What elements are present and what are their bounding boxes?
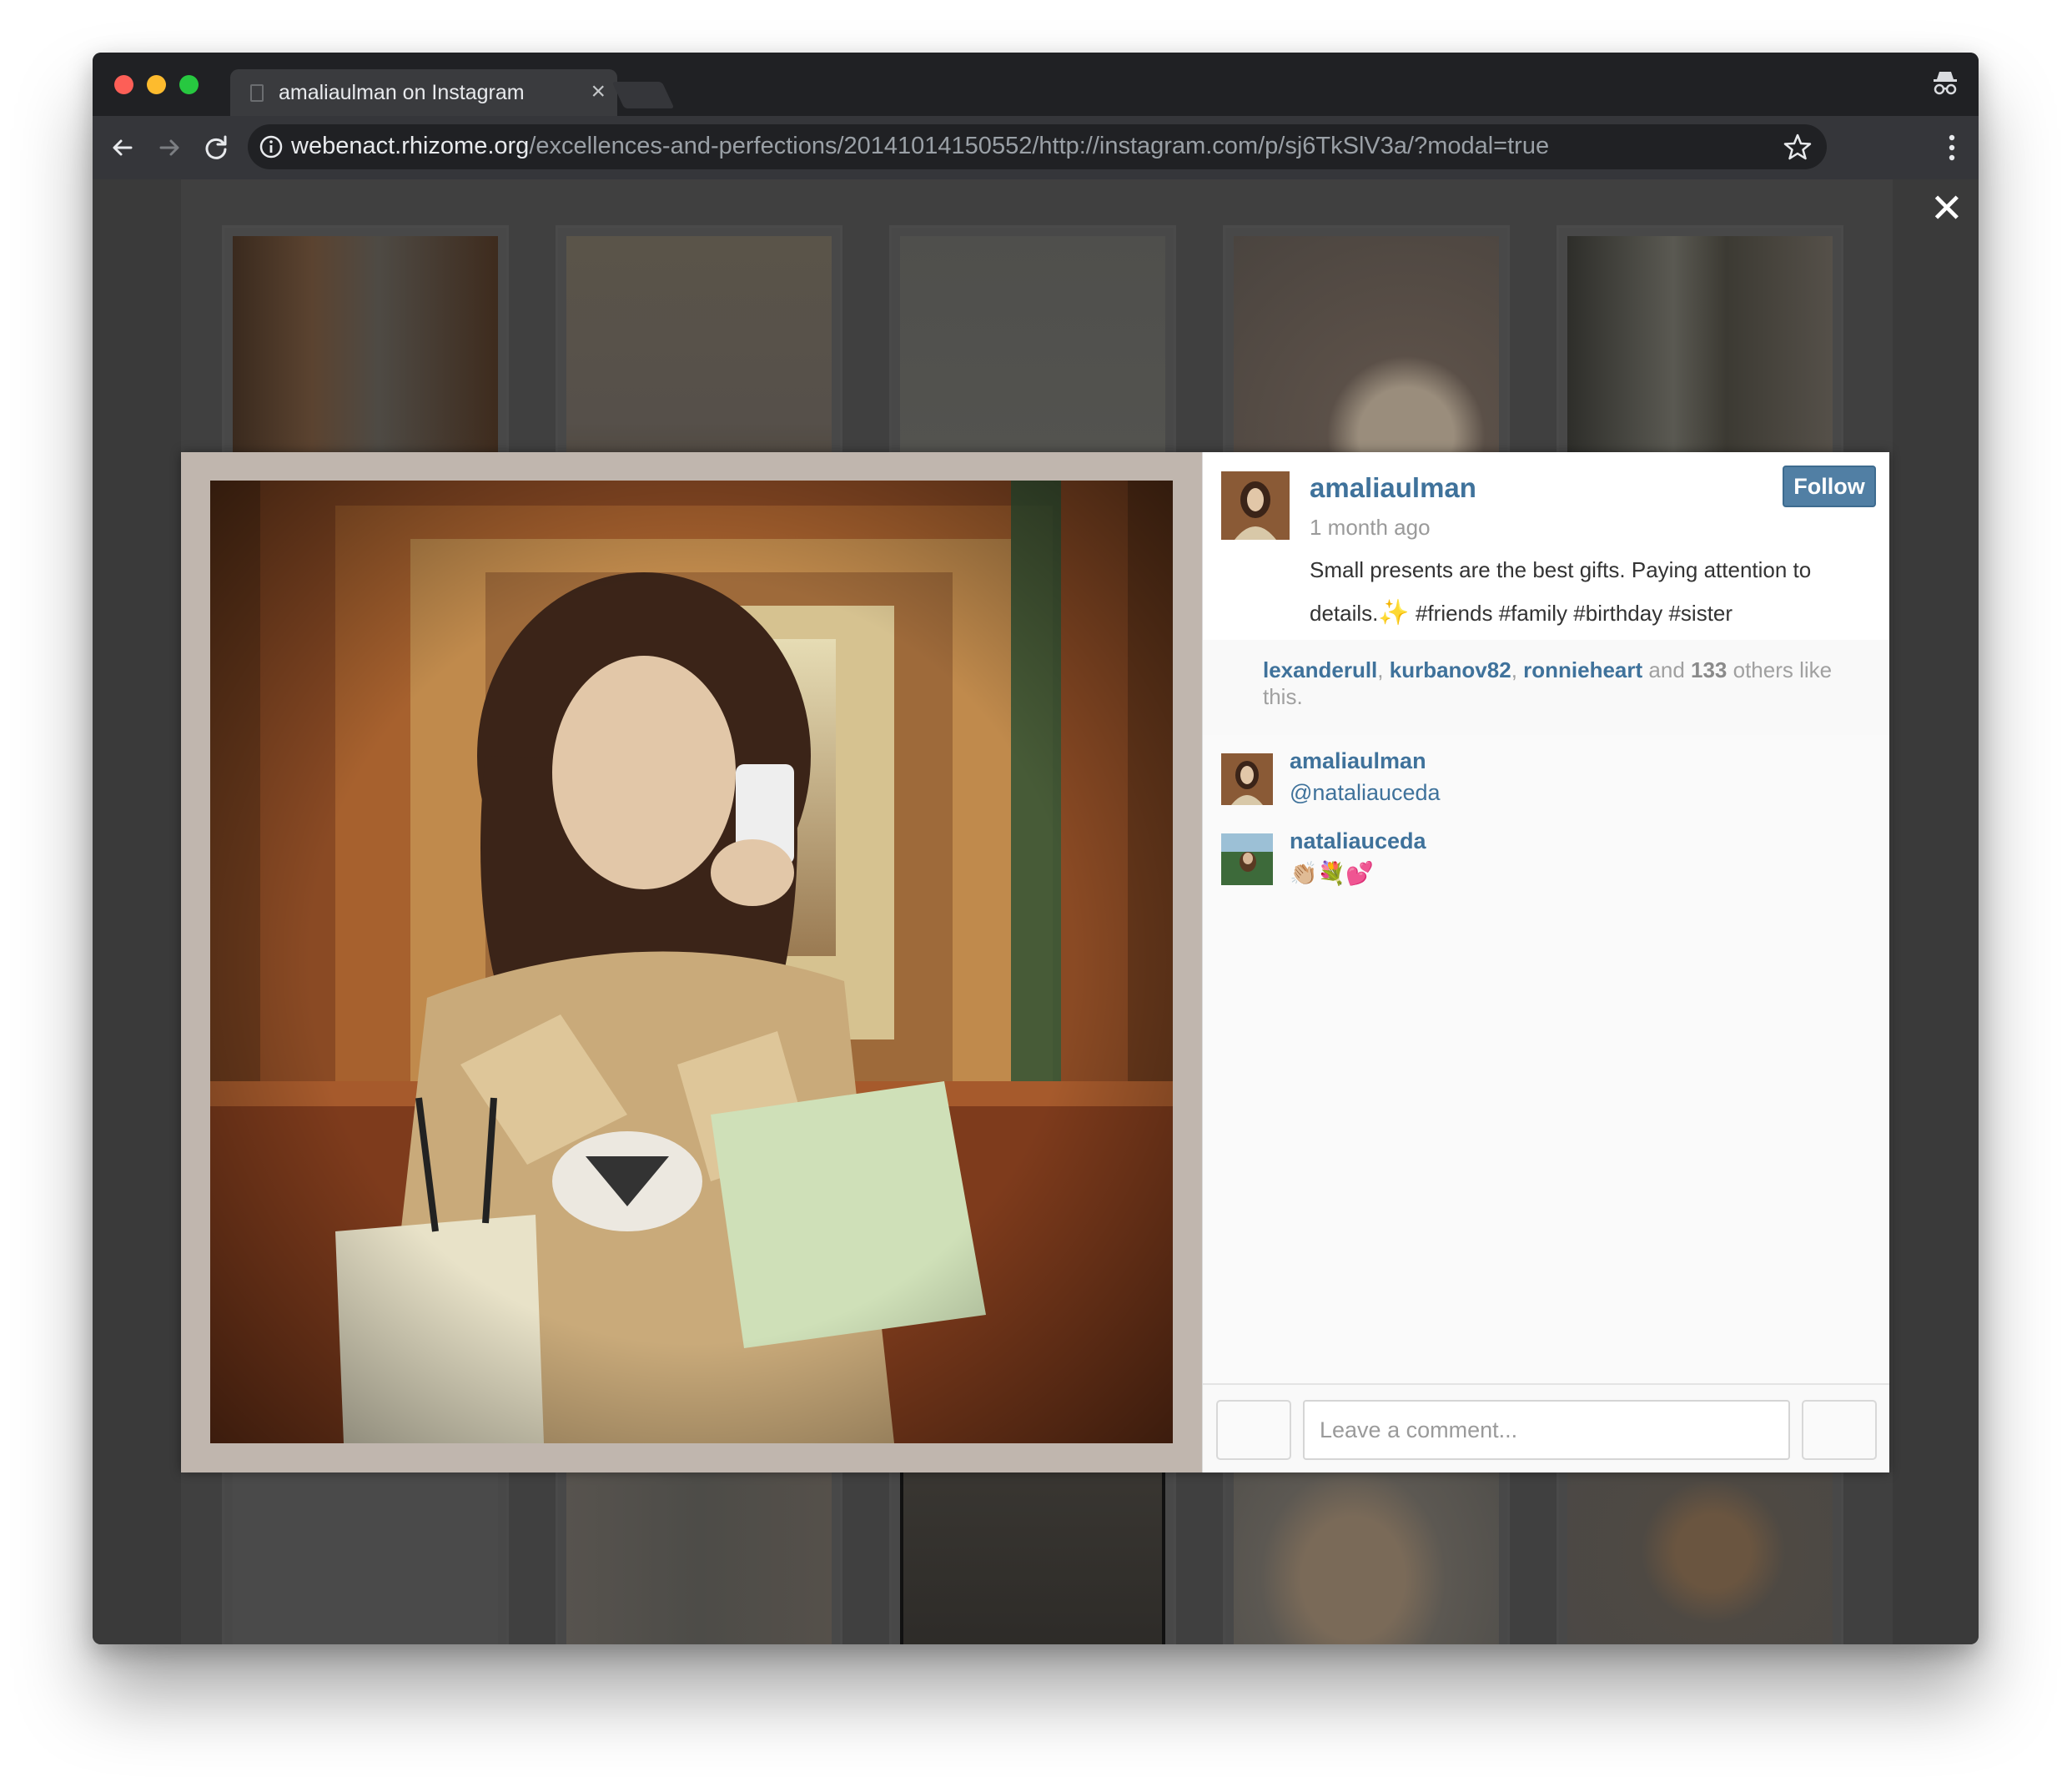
like-count[interactable]: 133 bbox=[1691, 657, 1727, 682]
comment-item: amaliaulman @nataliauceda bbox=[1221, 748, 1855, 808]
title-bar: amaliaulman on Instagram × bbox=[93, 53, 1979, 116]
url-text[interactable]: webenact.rhizome.org/excellences-and-per… bbox=[291, 133, 1549, 160]
post-header: amaliaulman Follow 1 month ago Small pre… bbox=[1203, 452, 1889, 642]
like-user-link[interactable]: lexanderull bbox=[1263, 657, 1377, 682]
sparkles-emoji: ✨ bbox=[1378, 599, 1410, 627]
comment-username-link[interactable]: amaliaulman bbox=[1290, 748, 1426, 774]
post-photo bbox=[210, 481, 1173, 1443]
post-sidebar: amaliaulman Follow 1 month ago Small pre… bbox=[1202, 452, 1889, 1472]
close-window-button[interactable] bbox=[114, 75, 133, 94]
like-user-link[interactable]: ronnieheart bbox=[1523, 657, 1642, 682]
comments-list: amaliaulman @nataliauceda nataliauceda 👏… bbox=[1203, 735, 1889, 1383]
commenter-avatar[interactable] bbox=[1221, 753, 1273, 805]
comment-item: nataliauceda 👏🏼💐💕 bbox=[1221, 828, 1855, 888]
photo-frame bbox=[181, 452, 1202, 1472]
incognito-icon bbox=[1934, 72, 1957, 95]
browser-toolbar: webenact.rhizome.org/excellences-and-per… bbox=[93, 116, 1979, 179]
page-content: ✕ amaliaulman Follow 1 month ago Small p… bbox=[93, 179, 1979, 1644]
back-arrow-icon[interactable] bbox=[104, 129, 141, 166]
like-user-link[interactable]: kurbanov82 bbox=[1390, 657, 1511, 682]
author-avatar[interactable] bbox=[1221, 471, 1290, 540]
likes-summary: lexanderull, kurbanov82, ronnieheart and… bbox=[1203, 640, 1889, 737]
selfie-photo-illustration bbox=[210, 481, 1173, 1443]
post-modal: amaliaulman Follow 1 month ago Small pre… bbox=[181, 452, 1889, 1472]
browser-tab[interactable]: amaliaulman on Instagram × bbox=[230, 69, 617, 116]
comment-input[interactable] bbox=[1303, 1400, 1790, 1460]
bookmark-star-icon[interactable] bbox=[1782, 131, 1813, 163]
post-caption: Small presents are the best gifts. Payin… bbox=[1310, 557, 1812, 627]
comment-text[interactable]: @nataliauceda bbox=[1290, 780, 1441, 806]
comment-text: 👏🏼💐💕 bbox=[1290, 861, 1374, 887]
maximize-window-button[interactable] bbox=[179, 75, 199, 94]
tab-title: amaliaulman on Instagram bbox=[279, 81, 525, 104]
like-button[interactable] bbox=[1216, 1400, 1291, 1460]
author-username-link[interactable]: amaliaulman bbox=[1310, 472, 1476, 504]
modal-close-icon[interactable]: ✕ bbox=[1930, 189, 1964, 229]
address-bar[interactable]: webenact.rhizome.org/excellences-and-per… bbox=[248, 124, 1827, 169]
info-icon[interactable] bbox=[258, 133, 284, 160]
follow-button[interactable]: Follow bbox=[1783, 466, 1876, 507]
comment-footer bbox=[1203, 1383, 1889, 1472]
browser-window: amaliaulman on Instagram × webenact.rhiz… bbox=[93, 53, 1979, 1644]
tab-close-icon[interactable]: × bbox=[591, 79, 606, 104]
forward-arrow-icon[interactable] bbox=[151, 129, 188, 166]
likes-text: lexanderull, kurbanov82, ronnieheart and… bbox=[1263, 657, 1833, 709]
comment-username-link[interactable]: nataliauceda bbox=[1290, 828, 1426, 854]
commenter-avatar[interactable] bbox=[1221, 833, 1273, 885]
more-options-button[interactable] bbox=[1802, 1400, 1877, 1460]
minimize-window-button[interactable] bbox=[147, 75, 166, 94]
post-timestamp[interactable]: 1 month ago bbox=[1310, 515, 1431, 541]
kebab-menu-icon[interactable] bbox=[1947, 131, 1957, 164]
reload-icon[interactable] bbox=[198, 129, 234, 166]
new-tab-button[interactable] bbox=[611, 82, 675, 108]
document-icon bbox=[250, 84, 264, 102]
